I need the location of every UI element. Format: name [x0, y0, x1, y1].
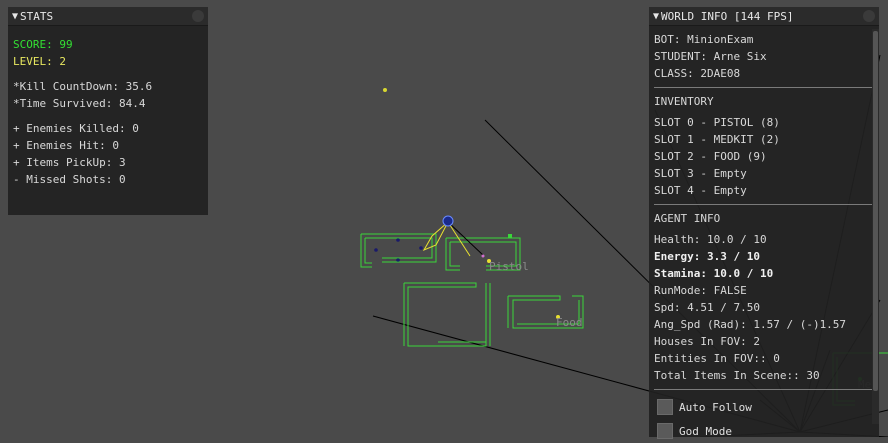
scrollbar-thumb[interactable]: [873, 31, 878, 391]
missed-shots-text: - Missed Shots: 0: [13, 173, 126, 186]
bot-text: BOT: MinionExam: [654, 33, 754, 46]
auto-follow-checkbox[interactable]: Auto Follow: [654, 395, 879, 419]
kill-countdown-text: *Kill CountDown: 35.6: [13, 80, 153, 93]
speed-text: Spd: 4.51 / 7.50: [654, 301, 760, 314]
stats-panel: ▼ STATS SCORE: 99 LEVEL: 2 *Kill CountDo…: [8, 7, 208, 215]
student-text: STUDENT: Arne Six: [654, 50, 767, 63]
inventory-slot: SLOT 1 - MEDKIT (2): [654, 133, 780, 146]
marker-square: [508, 234, 512, 238]
pickup-item: [481, 254, 485, 258]
energy-text: Energy: 3.3 / 10: [654, 250, 760, 263]
total-items-text: Total Items In Scene:: 30: [654, 369, 820, 382]
separator: [654, 204, 873, 205]
inventory-slot: SLOT 4 - Empty: [654, 184, 747, 197]
stats-title: STATS: [20, 9, 54, 23]
god-mode-label: God Mode: [679, 424, 732, 438]
item-marker: [383, 88, 387, 92]
class-text: CLASS: 2DAE08: [654, 67, 741, 80]
enemies-killed-text: + Enemies Killed: 0: [13, 122, 139, 135]
world-info-panel: ▼ WORLD INFO [144 FPS] BOT: MinionExam S…: [649, 7, 879, 439]
run-mode-text: RunMode: FALSE: [654, 284, 747, 297]
pistol-label: Pistol: [489, 260, 529, 273]
food-label: Food: [556, 316, 583, 329]
agent: [442, 215, 454, 227]
close-icon[interactable]: [192, 10, 204, 22]
auto-follow-label: Auto Follow: [679, 400, 752, 414]
world-info-titlebar[interactable]: ▼ WORLD INFO [144 FPS]: [649, 7, 879, 26]
stats-titlebar[interactable]: ▼ STATS: [8, 7, 208, 26]
collapse-triangle-icon[interactable]: ▼: [12, 11, 18, 22]
inventory-slot: SLOT 3 - Empty: [654, 167, 747, 180]
checkbox-box[interactable]: [657, 399, 673, 415]
close-icon[interactable]: [863, 10, 875, 22]
agent-aim-line: [447, 221, 485, 257]
inventory-slot: SLOT 2 - FOOD (9): [654, 150, 767, 163]
houses-fov-text: Houses In FOV: 2: [654, 335, 760, 348]
scrollbar[interactable]: [872, 29, 879, 424]
score-text: SCORE: 99: [13, 38, 73, 51]
collapse-triangle-icon[interactable]: ▼: [653, 11, 659, 22]
level-text: LEVEL: 2: [13, 55, 66, 68]
agent-info-header: AGENT INFO: [654, 212, 721, 225]
inventory-slot: SLOT 0 - PISTOL (8): [654, 116, 780, 129]
god-mode-checkbox[interactable]: God Mode: [654, 419, 879, 443]
health-text: Health: 10.0 / 10: [654, 233, 767, 246]
entities-fov-text: Entities In FOV:: 0: [654, 352, 780, 365]
enemies-hit-text: + Enemies Hit: 0: [13, 139, 119, 152]
inventory-header: INVENTORY: [654, 95, 714, 108]
items-pickup-text: + Items PickUp: 3: [13, 156, 126, 169]
separator: [654, 87, 873, 88]
world-info-title: WORLD INFO [144 FPS]: [661, 9, 794, 23]
time-survived-text: *Time Survived: 84.4: [13, 97, 146, 110]
separator: [654, 389, 873, 390]
stamina-text: Stamina: 10.0 / 10: [654, 267, 774, 280]
angular-speed-text: Ang_Spd (Rad): 1.57 / (-)1.57: [654, 318, 847, 331]
